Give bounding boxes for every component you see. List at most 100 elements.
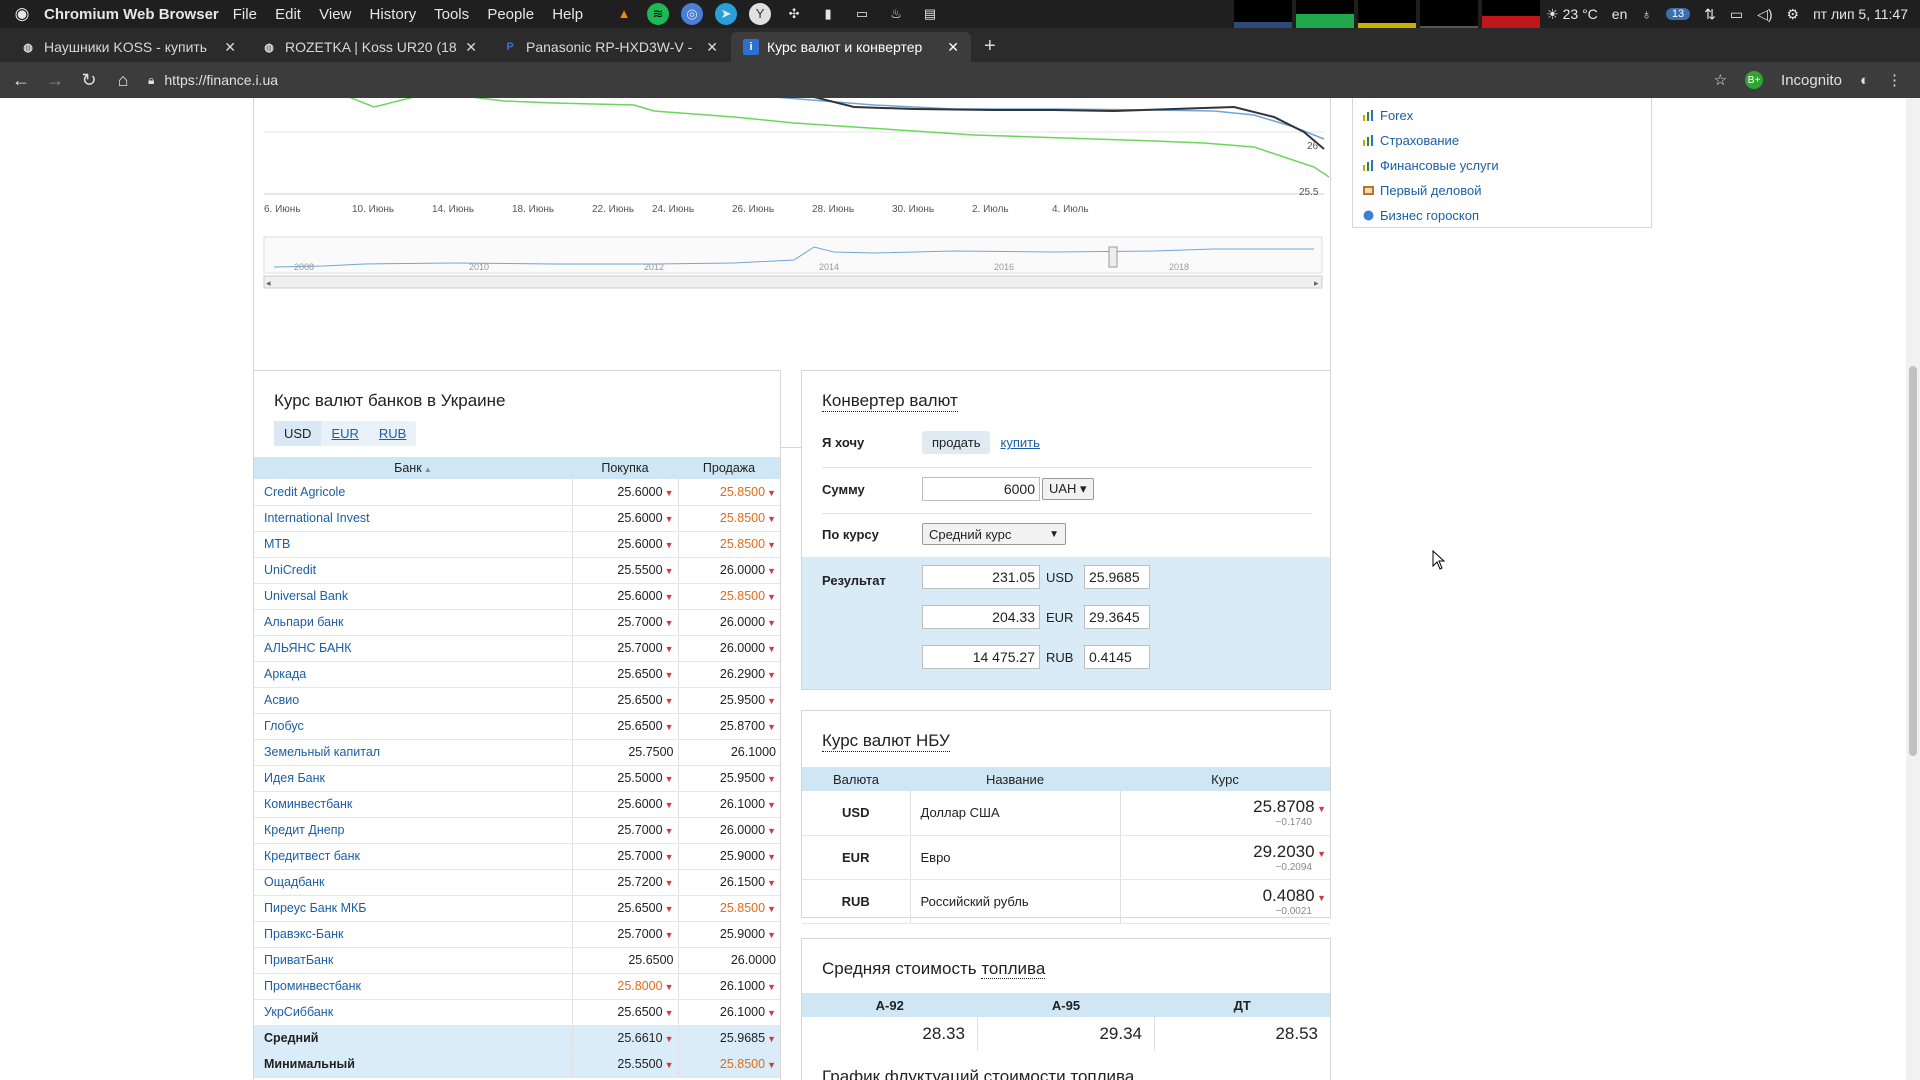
sidebar-item-label[interactable]: Страхование	[1380, 133, 1459, 148]
browser-logo-icon[interactable]: ◉	[0, 0, 44, 28]
network-icon[interactable]: ⇅	[1704, 6, 1716, 23]
menu-edit[interactable]: Edit	[275, 6, 301, 23]
menu-tools[interactable]: Tools	[434, 6, 469, 23]
bank-link[interactable]: International Invest	[264, 511, 370, 525]
menu-help[interactable]: Help	[552, 6, 583, 23]
menu-file[interactable]: File	[233, 6, 257, 23]
bank-link[interactable]: Ощадбанк	[264, 875, 324, 889]
steam-icon[interactable]: ♨	[885, 3, 907, 25]
forward-button[interactable]: →	[38, 70, 72, 91]
gear-icon[interactable]: ⚙	[1787, 6, 1800, 23]
terminal-icon[interactable]: ▭	[851, 3, 873, 25]
incognito-label[interactable]: Incognito	[1781, 72, 1842, 89]
bank-name[interactable]: Кредит Днепр	[254, 817, 573, 844]
yandex-icon[interactable]: Y	[749, 3, 772, 25]
tab-rozetka[interactable]: ◍ ROZETKA | Koss UR20 (18 ✕	[249, 32, 489, 62]
bank-name[interactable]: ПриватБанк	[254, 947, 573, 974]
scroll-left-icon[interactable]: ◂	[266, 278, 271, 288]
bank-link[interactable]: Universal Bank	[264, 589, 348, 603]
close-icon[interactable]: ✕	[947, 39, 959, 56]
sidebar-item-financial-services[interactable]: Финансовые услуги	[1363, 153, 1651, 178]
buy-option[interactable]: купить	[990, 431, 1049, 454]
sidebar-item-horoscope[interactable]: Бизнес гороскоп	[1363, 203, 1651, 228]
home-button[interactable]: ⌂	[106, 70, 140, 91]
column-header-buy[interactable]: Покупка	[572, 457, 678, 479]
bank-name[interactable]: Земельный капитал	[254, 739, 573, 766]
bank-name[interactable]: MTB	[254, 531, 573, 558]
new-tab-button[interactable]: +	[984, 32, 996, 62]
sidebar-item-label[interactable]: Бизнес гороскоп	[1380, 208, 1479, 223]
bank-link[interactable]: Альпари банк	[264, 615, 343, 629]
scroll-right-icon[interactable]: ▸	[1314, 278, 1319, 288]
bank-name[interactable]: Credit Agricole	[254, 479, 573, 506]
tab-eur[interactable]: EUR	[321, 421, 368, 446]
bank-name[interactable]: Коминвестбанк	[254, 791, 573, 818]
bank-link[interactable]: Земельный капитал	[264, 745, 380, 759]
tab-panasonic[interactable]: P Panasonic RP-HXD3W-V - ✕	[490, 32, 730, 62]
chart-scrollbar[interactable]	[263, 275, 1323, 289]
back-button[interactable]: ←	[4, 70, 38, 91]
archive-icon[interactable]: ▮	[817, 3, 839, 25]
result-eur-value[interactable]: 204.33	[922, 605, 1040, 629]
bank-link[interactable]: Credit Agricole	[264, 485, 345, 499]
bank-link[interactable]: Пиреус Банк МКБ	[264, 901, 366, 915]
sidebar-item-label[interactable]: Финансовые услуги	[1380, 158, 1499, 173]
bank-name[interactable]: International Invest	[254, 505, 573, 532]
sell-option[interactable]: продать	[922, 431, 991, 454]
converter-title[interactable]: Конвертер валют	[822, 391, 958, 412]
bookmark-star-icon[interactable]: ☆	[1714, 71, 1727, 89]
menu-people[interactable]: People	[487, 6, 534, 23]
bank-link[interactable]: Аркада	[264, 667, 306, 681]
bulb-icon[interactable]: ♁	[1641, 6, 1652, 22]
bank-name[interactable]: УкрСиббанк	[254, 999, 573, 1026]
bank-name[interactable]: Universal Bank	[254, 583, 573, 610]
bank-name[interactable]: Аркада	[254, 661, 573, 688]
navigator-area[interactable]	[263, 236, 1323, 274]
bank-name[interactable]: Альпари банк	[254, 609, 573, 636]
lock-icon[interactable]: 🔒︎	[148, 73, 154, 88]
bank-name[interactable]: Пиреус Банк МКБ	[254, 895, 573, 922]
close-icon[interactable]: ✕	[465, 39, 477, 56]
notification-badge[interactable]: 13	[1665, 8, 1691, 20]
bank-link[interactable]: Идея Банк	[264, 771, 325, 785]
bank-link[interactable]: УкрСиббанк	[264, 1005, 333, 1019]
bank-link[interactable]: ПриватБанк	[264, 953, 333, 967]
battery-icon[interactable]: ▭	[1730, 6, 1743, 23]
address-bar[interactable]: 🔒︎ https://finance.i.ua	[148, 66, 1648, 94]
tab-finance[interactable]: i Курс валют и конвертер ✕	[731, 32, 971, 62]
bank-link[interactable]: Глобус	[264, 719, 304, 733]
files-icon[interactable]: ▤	[919, 3, 941, 25]
menu-history[interactable]: History	[370, 6, 417, 23]
result-usd-rate[interactable]: 25.9685	[1084, 565, 1150, 589]
keyboard-layout[interactable]: en	[1612, 6, 1628, 22]
sidebar-item-forex[interactable]: Forex	[1363, 103, 1651, 128]
sidebar-item-label[interactable]: Первый деловой	[1380, 183, 1482, 198]
nbu-title[interactable]: Курс валют НБУ	[822, 731, 950, 752]
volume-icon[interactable]: ◁)	[1757, 6, 1772, 23]
clock[interactable]: пт лип 5, 11:47	[1813, 6, 1908, 22]
scrollbar-thumb[interactable]	[1909, 366, 1917, 756]
reload-button[interactable]: ↻	[72, 70, 106, 91]
column-header-sell[interactable]: Продажа	[678, 457, 780, 479]
page-scrollbar[interactable]	[1906, 98, 1920, 1080]
more-menu-icon[interactable]: ⋮	[1887, 71, 1902, 89]
weather-indicator[interactable]: ☀ 23 °C	[1546, 6, 1598, 23]
result-usd-value[interactable]: 231.05	[922, 565, 1040, 589]
settings-tool-icon[interactable]: ✣	[783, 3, 805, 25]
column-header-bank[interactable]: Банк ▲	[254, 457, 572, 479]
bank-link[interactable]: АЛЬЯНС БАНК	[264, 641, 352, 655]
bank-link[interactable]: Кредитвест банк	[264, 849, 360, 863]
bank-name[interactable]: Ощадбанк	[254, 869, 573, 896]
chromium-icon[interactable]: ◎	[681, 3, 704, 25]
rate-type-select[interactable]: Средний курс ▼	[922, 523, 1066, 545]
bank-name[interactable]: Кредитвест банк	[254, 843, 573, 870]
sidebar-item-label[interactable]: Forex	[1380, 108, 1413, 123]
bank-name[interactable]: Правэкс-Банк	[254, 921, 573, 948]
close-icon[interactable]: ✕	[706, 39, 718, 56]
tab-koss[interactable]: ◍ Наушники KOSS - купить ✕	[8, 32, 248, 62]
telegram-icon[interactable]: ➤	[715, 3, 738, 25]
bank-link[interactable]: Асвио	[264, 693, 299, 707]
bank-link[interactable]: Правэкс-Банк	[264, 927, 343, 941]
close-icon[interactable]: ✕	[224, 39, 236, 56]
tab-rub[interactable]: RUB	[369, 421, 416, 446]
